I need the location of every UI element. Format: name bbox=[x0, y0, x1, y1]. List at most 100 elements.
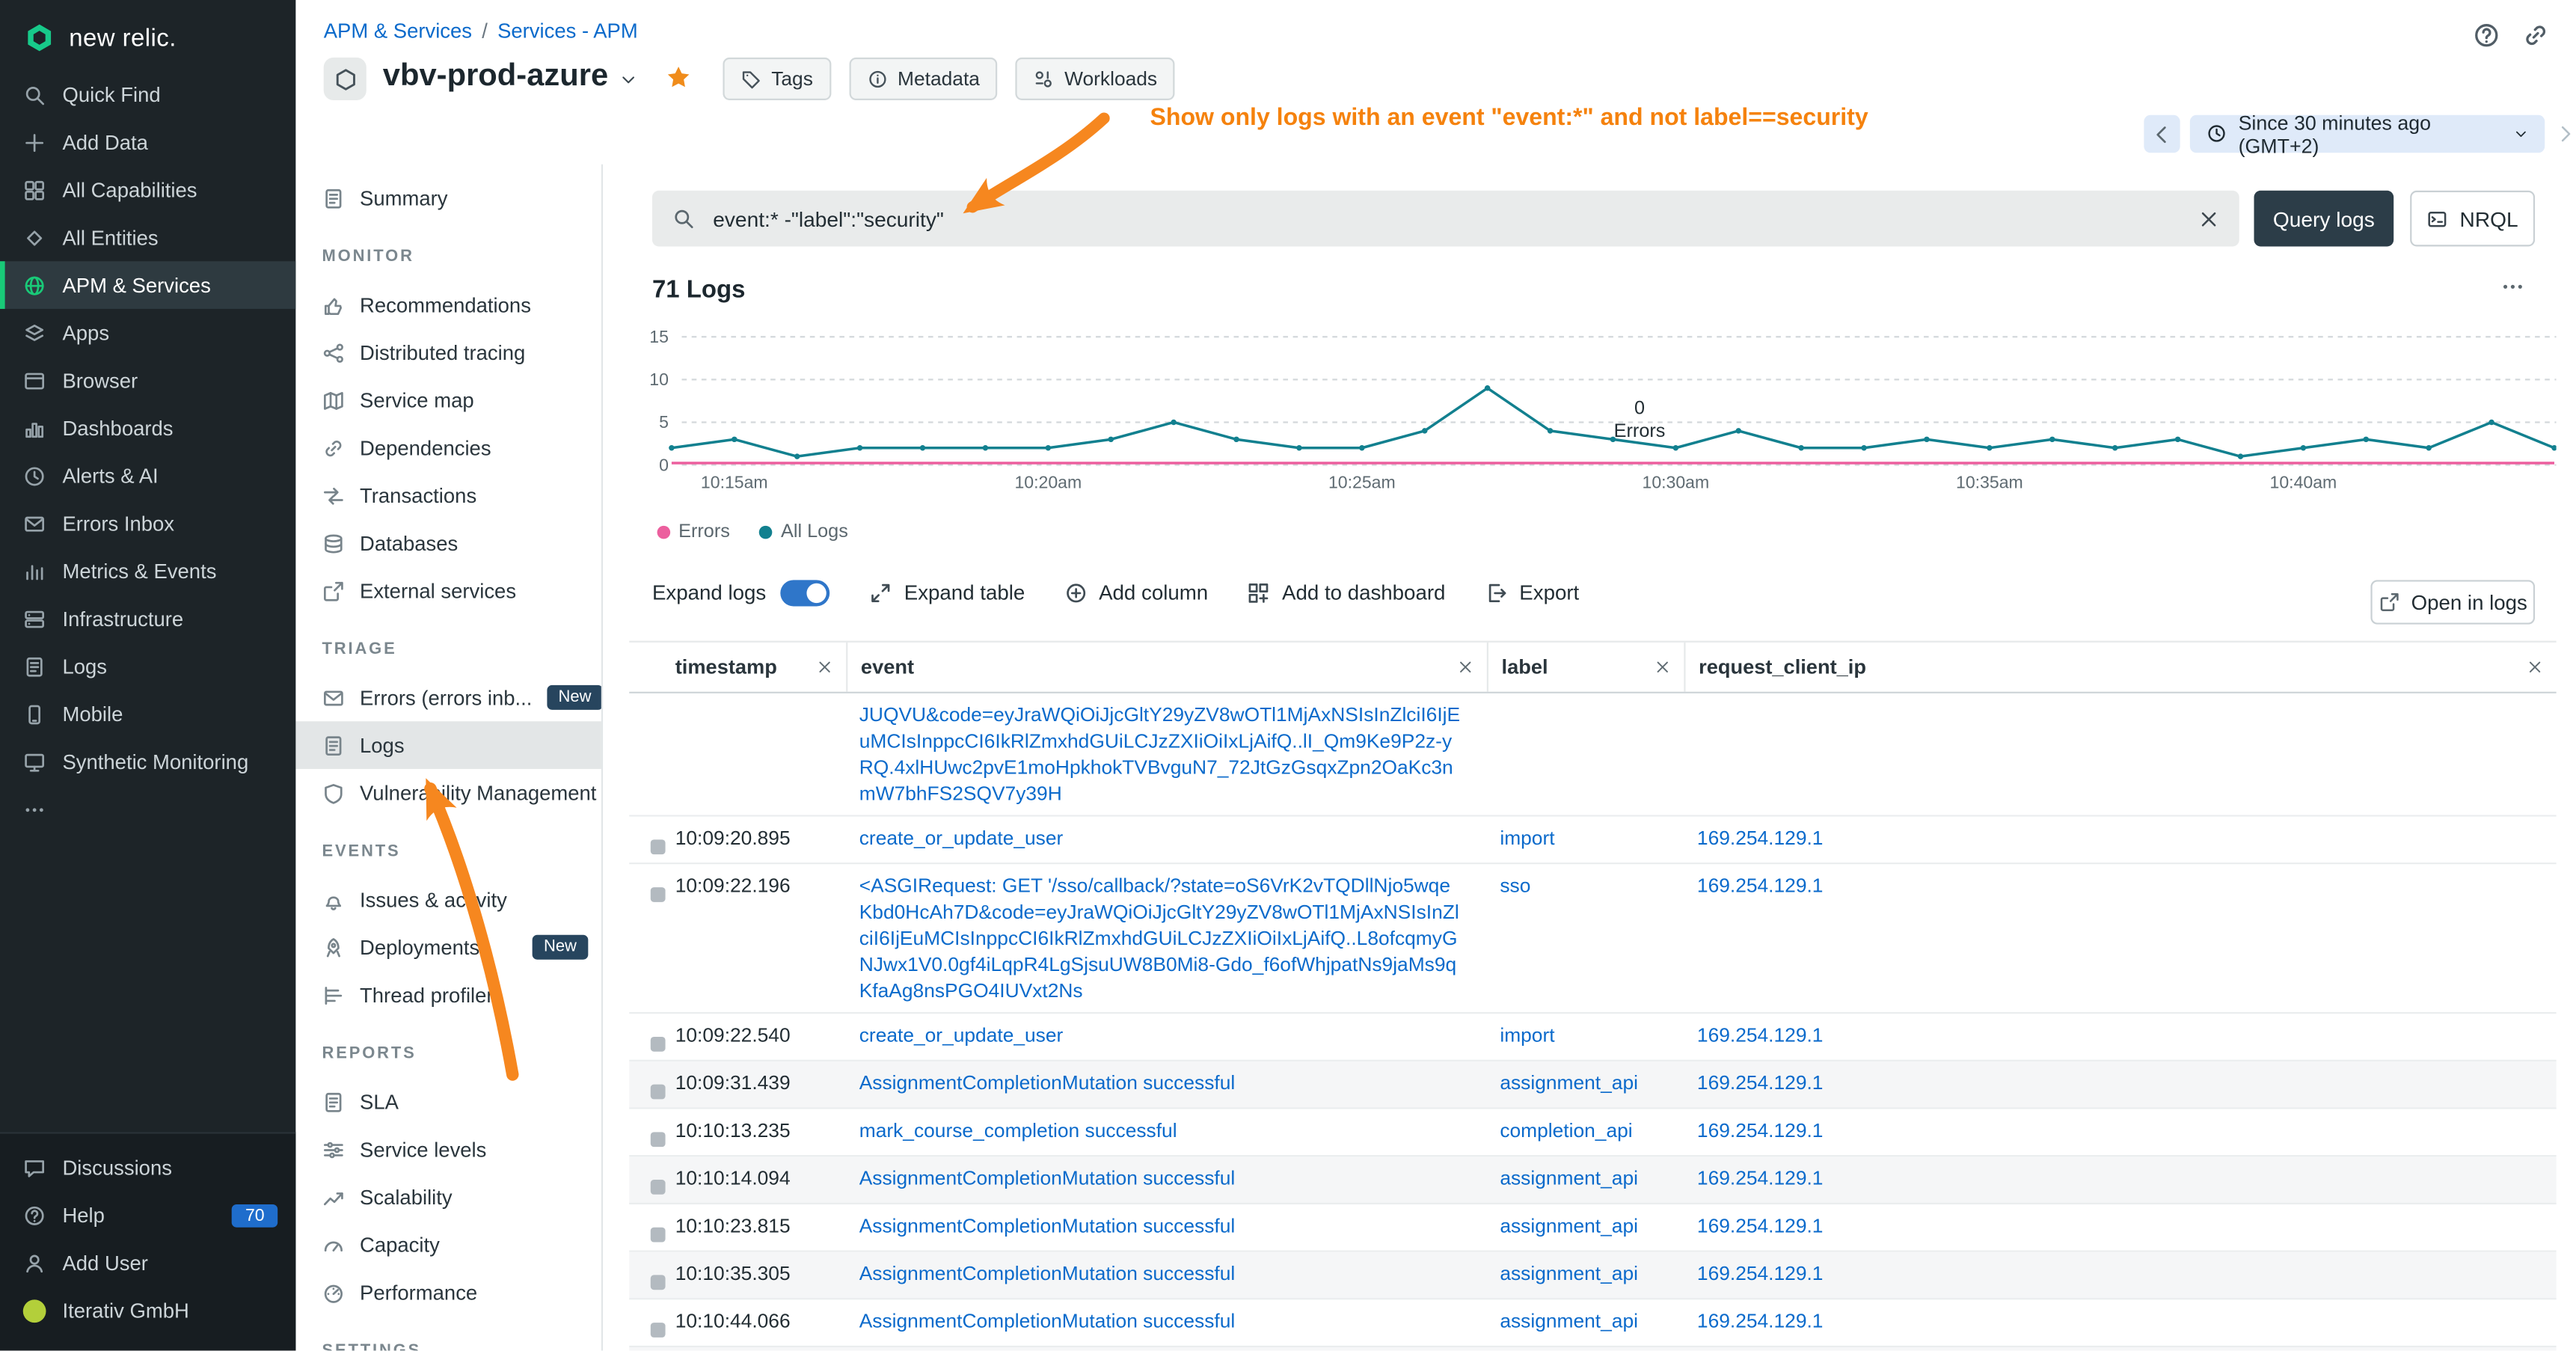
event-link[interactable]: AssignmentCompletionMutation successful bbox=[859, 1071, 1236, 1094]
label-link[interactable]: assignment_api bbox=[1500, 1071, 1638, 1094]
global-nav-apm-services[interactable]: APM & Services bbox=[0, 261, 295, 309]
entity-nav-errors-errors-inb[interactable]: Errors (errors inb...New bbox=[295, 674, 601, 722]
time-back-button[interactable] bbox=[2144, 115, 2180, 153]
legend-errors[interactable]: Errors bbox=[657, 522, 730, 542]
event-link[interactable]: AssignmentCompletionMutation successful bbox=[859, 1166, 1236, 1189]
nrql-button[interactable]: NRQL bbox=[2410, 191, 2535, 247]
table-row[interactable]: 10:10:35.305AssignmentCompletionMutation… bbox=[629, 1252, 2556, 1300]
table-row[interactable]: 10:09:31.439AssignmentCompletionMutation… bbox=[629, 1062, 2556, 1109]
time-range-button[interactable]: Since 30 minutes ago (GMT+2) bbox=[2190, 115, 2545, 153]
global-nav-metrics-events[interactable]: Metrics & Events bbox=[0, 547, 295, 595]
entity-nav-sla[interactable]: SLA bbox=[295, 1078, 601, 1126]
global-nav-iterativ-gmbh[interactable]: Iterativ GmbH bbox=[0, 1287, 295, 1335]
global-nav-apps[interactable]: Apps bbox=[0, 309, 295, 357]
event-link[interactable]: AssignmentCompletionMutation successful bbox=[859, 1214, 1236, 1237]
event-link[interactable]: JUQVU&code=eyJraWQiOiJjcGltY29yZV8wOTl1M… bbox=[859, 703, 1460, 805]
add-column-button[interactable]: Add column bbox=[1064, 582, 1208, 605]
global-nav-dashboards[interactable]: Dashboards bbox=[0, 404, 295, 452]
ip-link[interactable]: 169.254.129.1 bbox=[1697, 1023, 1824, 1047]
event-link[interactable]: create_or_update_user bbox=[859, 1023, 1064, 1047]
ip-link[interactable]: 169.254.129.1 bbox=[1697, 827, 1824, 850]
entity-nav-service-levels[interactable]: Service levels bbox=[295, 1126, 601, 1174]
entity-nav-issues-activity[interactable]: Issues & activity bbox=[295, 876, 601, 924]
permalink-icon[interactable] bbox=[2522, 22, 2550, 49]
table-row[interactable]: 10:10:49.051mark_course_completion succe… bbox=[629, 1347, 2556, 1350]
ip-link[interactable]: 169.254.129.1 bbox=[1697, 1166, 1824, 1189]
new-relic-logo[interactable]: new relic. bbox=[0, 0, 295, 70]
label-link[interactable]: completion_api bbox=[1500, 1119, 1632, 1142]
global-nav-all-entities[interactable]: All Entities bbox=[0, 214, 295, 262]
entity-nav-external-services[interactable]: External services bbox=[295, 567, 601, 615]
global-nav-help[interactable]: Help70 bbox=[0, 1191, 295, 1239]
favorite-star-icon[interactable] bbox=[666, 64, 692, 91]
table-row[interactable]: 10:09:22.540create_or_update_userimport1… bbox=[629, 1014, 2556, 1062]
remove-column-icon[interactable] bbox=[2527, 659, 2543, 676]
global-nav-add-user[interactable]: Add User bbox=[0, 1239, 295, 1287]
entity-nav-performance[interactable]: Performance bbox=[295, 1269, 601, 1317]
global-nav-logs[interactable]: Logs bbox=[0, 643, 295, 690]
clear-query-icon[interactable] bbox=[2198, 208, 2220, 230]
metadata-button[interactable]: Metadata bbox=[849, 58, 998, 100]
ip-link[interactable]: 169.254.129.1 bbox=[1697, 1119, 1824, 1142]
export-button[interactable]: Export bbox=[1485, 582, 1579, 605]
entity-nav-thread-profiler[interactable]: Thread profiler bbox=[295, 971, 601, 1019]
event-link[interactable]: mark_course_completion successful bbox=[859, 1119, 1177, 1142]
global-nav-add-data[interactable]: Add Data bbox=[0, 118, 295, 166]
remove-column-icon[interactable] bbox=[1655, 659, 1671, 676]
global-nav-alerts-ai[interactable]: Alerts & AI bbox=[0, 452, 295, 500]
breadcrumb-services-apm[interactable]: Services - APM bbox=[497, 19, 638, 43]
workloads-button[interactable]: Workloads bbox=[1016, 58, 1175, 100]
legend-all-logs[interactable]: All Logs bbox=[759, 522, 847, 542]
global-nav-more[interactable] bbox=[0, 785, 295, 833]
entity-nav-deployments[interactable]: DeploymentsNew bbox=[295, 923, 601, 971]
global-nav-discussions[interactable]: Discussions bbox=[0, 1144, 295, 1192]
entity-nav-dependencies[interactable]: Dependencies bbox=[295, 424, 601, 472]
breadcrumb-apm-services[interactable]: APM & Services bbox=[324, 19, 472, 43]
global-nav-all-capabilities[interactable]: All Capabilities bbox=[0, 166, 295, 214]
global-nav-synthetic-monitoring[interactable]: Synthetic Monitoring bbox=[0, 738, 295, 785]
global-nav-errors-inbox[interactable]: Errors Inbox bbox=[0, 500, 295, 548]
entity-nav-summary[interactable]: Summary bbox=[295, 174, 601, 222]
global-nav-browser[interactable]: Browser bbox=[0, 357, 295, 405]
entity-nav-recommendations[interactable]: Recommendations bbox=[295, 281, 601, 329]
entity-nav-vulnerability-management[interactable]: Vulnerability Management bbox=[295, 769, 601, 817]
table-row[interactable]: 10:10:44.066AssignmentCompletionMutation… bbox=[629, 1299, 2556, 1347]
ip-link[interactable]: 169.254.129.1 bbox=[1697, 1071, 1824, 1094]
label-link[interactable]: import bbox=[1500, 827, 1554, 850]
entity-nav-transactions[interactable]: Transactions bbox=[295, 471, 601, 519]
entity-nav-logs[interactable]: Logs bbox=[295, 721, 601, 769]
entity-nav-distributed-tracing[interactable]: Distributed tracing bbox=[295, 328, 601, 376]
time-forward-button[interactable] bbox=[2554, 123, 2576, 145]
expand-logs-toggle[interactable] bbox=[781, 580, 830, 606]
label-link[interactable]: assignment_api bbox=[1500, 1214, 1638, 1237]
label-link[interactable]: assignment_api bbox=[1500, 1262, 1638, 1285]
add-to-dashboard-button[interactable]: Add to dashboard bbox=[1248, 582, 1446, 605]
table-row[interactable]: 10:09:22.196<ASGIRequest: GET '/sso/call… bbox=[629, 864, 2556, 1014]
event-link[interactable]: AssignmentCompletionMutation successful bbox=[859, 1310, 1236, 1333]
entity-nav-capacity[interactable]: Capacity bbox=[295, 1221, 601, 1269]
ip-link[interactable]: 169.254.129.1 bbox=[1697, 1310, 1824, 1333]
label-link[interactable]: sso bbox=[1500, 874, 1530, 897]
entity-nav-service-map[interactable]: Service map bbox=[295, 376, 601, 424]
tags-button[interactable]: Tags bbox=[723, 58, 831, 100]
log-query-input[interactable] bbox=[710, 204, 2183, 232]
table-row[interactable]: JUQVU&code=eyJraWQiOiJjcGltY29yZV8wOTl1M… bbox=[629, 693, 2556, 817]
label-link[interactable]: assignment_api bbox=[1500, 1310, 1638, 1333]
event-link[interactable]: create_or_update_user bbox=[859, 827, 1064, 850]
label-link[interactable]: assignment_api bbox=[1500, 1166, 1638, 1189]
remove-column-icon[interactable] bbox=[1457, 659, 1473, 676]
entity-picker-chevron-icon[interactable] bbox=[620, 70, 638, 88]
global-nav-mobile[interactable]: Mobile bbox=[0, 690, 295, 738]
ip-link[interactable]: 169.254.129.1 bbox=[1697, 874, 1824, 897]
event-link[interactable]: <ASGIRequest: GET '/sso/callback/?state=… bbox=[859, 874, 1459, 1002]
ip-link[interactable]: 169.254.129.1 bbox=[1697, 1262, 1824, 1285]
more-options-icon[interactable] bbox=[2500, 275, 2525, 299]
entity-nav-databases[interactable]: Databases bbox=[295, 519, 601, 567]
table-row[interactable]: 10:10:23.815AssignmentCompletionMutation… bbox=[629, 1204, 2556, 1252]
global-nav-infrastructure[interactable]: Infrastructure bbox=[0, 595, 295, 643]
event-link[interactable]: AssignmentCompletionMutation successful bbox=[859, 1262, 1236, 1285]
entity-nav-scalability[interactable]: Scalability bbox=[295, 1173, 601, 1221]
remove-column-icon[interactable] bbox=[817, 659, 833, 676]
table-row[interactable]: 10:09:20.895create_or_update_userimport1… bbox=[629, 817, 2556, 865]
help-icon[interactable] bbox=[2473, 22, 2500, 49]
